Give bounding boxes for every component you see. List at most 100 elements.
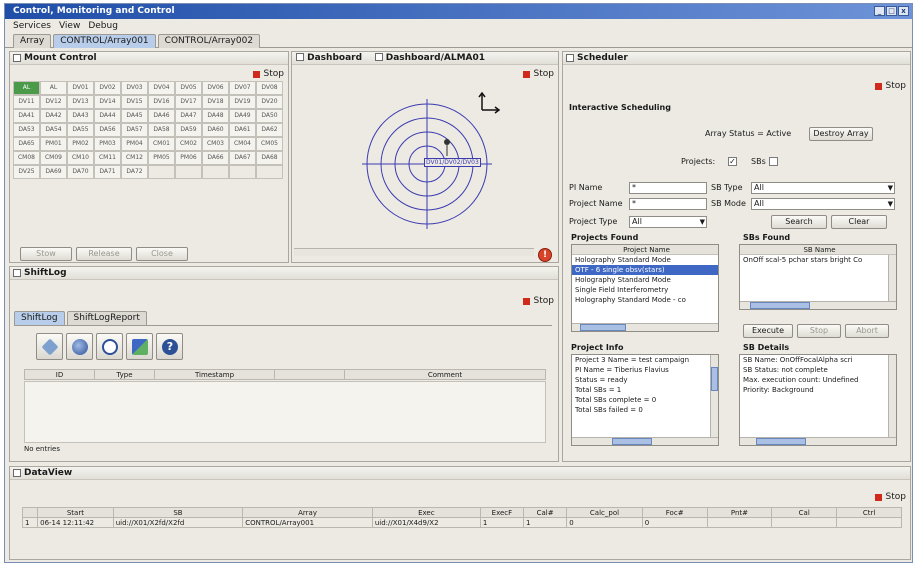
search-button[interactable]: Search <box>771 215 827 229</box>
antenna-cell[interactable]: CM05 <box>256 137 283 151</box>
dataview-cell[interactable]: 06-14 12:11:42 <box>37 517 114 528</box>
antenna-cell[interactable]: DA68 <box>256 151 283 165</box>
clear-button[interactable]: Clear <box>831 215 887 229</box>
close-mount-button[interactable]: Close <box>136 247 188 261</box>
diamond-icon-button[interactable] <box>36 333 63 360</box>
antenna-cell[interactable]: DA44 <box>94 109 121 123</box>
close-button[interactable]: x <box>898 6 909 16</box>
antenna-cell[interactable]: CM10 <box>67 151 94 165</box>
antenna-cell[interactable]: CM11 <box>94 151 121 165</box>
antenna-cell[interactable]: DV20 <box>256 95 283 109</box>
projects-hscroll[interactable] <box>572 323 718 331</box>
sb-type-select[interactable]: All <box>751 182 895 194</box>
antenna-cell[interactable]: DV06 <box>202 81 229 95</box>
antenna-cell[interactable]: DA70 <box>67 165 94 179</box>
antenna-cell[interactable]: CM01 <box>148 137 175 151</box>
sb-details-vscroll[interactable] <box>888 355 896 437</box>
antenna-cell[interactable]: DA62 <box>256 123 283 137</box>
antenna-cell[interactable]: DA66 <box>202 151 229 165</box>
dataview-column-header[interactable]: Cal# <box>523 507 568 518</box>
antenna-cell[interactable] <box>148 165 175 179</box>
dataview-stop-button[interactable]: Stop <box>874 491 906 504</box>
column-comment[interactable]: Comment <box>344 369 546 380</box>
list-item[interactable]: OTF - 6 single obsv(stars) <box>572 265 718 275</box>
antenna-cell[interactable]: DA65 <box>13 137 40 151</box>
dataview-cell[interactable]: 1 <box>21 517 39 528</box>
tab-control-array001[interactable]: CONTROL/Array001 <box>53 34 156 48</box>
list-item[interactable]: Holography Standard Mode - co <box>572 295 718 305</box>
list-item[interactable]: Holography Standard Mode <box>572 275 718 285</box>
antenna-cell[interactable]: PM01 <box>40 137 67 151</box>
antenna-cell[interactable]: AL <box>40 81 67 95</box>
antenna-cell[interactable]: CM02 <box>175 137 202 151</box>
antenna-cell[interactable]: AL <box>13 81 40 95</box>
antenna-cell[interactable]: DA56 <box>94 123 121 137</box>
execute-button[interactable]: Execute <box>743 324 793 338</box>
scroll-thumb[interactable] <box>756 438 806 445</box>
antenna-cell[interactable]: CM08 <box>13 151 40 165</box>
dataview-cell[interactable]: 0 <box>641 517 708 528</box>
maximize-button[interactable]: □ <box>886 6 897 16</box>
antenna-cell[interactable]: DV07 <box>229 81 256 95</box>
dataview-column-header[interactable]: SB <box>112 507 244 518</box>
dashboard-hscroll[interactable] <box>294 248 534 256</box>
dataview-cell[interactable]: 1 <box>479 517 525 528</box>
projects-checkbox[interactable]: ✓ <box>728 157 737 166</box>
tab-dashboard[interactable]: Dashboard <box>307 53 362 63</box>
antenna-cell[interactable]: DV13 <box>67 95 94 109</box>
list-item[interactable]: Holography Standard Mode <box>572 255 718 265</box>
clock-icon-button[interactable] <box>96 333 123 360</box>
antenna-cell[interactable]: DA69 <box>40 165 67 179</box>
menu-view[interactable]: View <box>59 19 80 33</box>
antenna-cell[interactable]: DV12 <box>40 95 67 109</box>
antenna-cell[interactable]: PM04 <box>121 137 148 151</box>
antenna-cell[interactable]: DA58 <box>148 123 175 137</box>
tab-shiftlog[interactable]: ShiftLog <box>14 311 65 325</box>
antenna-cell[interactable]: PM03 <box>94 137 121 151</box>
antenna-cell[interactable]: DA54 <box>40 123 67 137</box>
sbs-checkbox[interactable] <box>769 157 778 166</box>
menu-debug[interactable]: Debug <box>88 19 118 33</box>
pointing-plot[interactable] <box>294 66 556 246</box>
sb-details-hscroll[interactable] <box>740 437 896 445</box>
dataview-cell[interactable] <box>836 517 902 528</box>
antenna-cell[interactable]: PM06 <box>175 151 202 165</box>
project-info-vscroll[interactable] <box>710 355 718 437</box>
antenna-cell[interactable]: DV17 <box>175 95 202 109</box>
antenna-cell[interactable]: DA50 <box>256 109 283 123</box>
antenna-cell[interactable] <box>175 165 202 179</box>
dataview-cell[interactable]: uid://X01/X4d9/X2 <box>371 517 481 528</box>
sb-mode-select[interactable]: All <box>751 198 895 210</box>
antenna-cell[interactable]: DA49 <box>229 109 256 123</box>
antenna-cell[interactable] <box>229 165 256 179</box>
antenna-cell[interactable]: DV04 <box>148 81 175 95</box>
list-item[interactable]: Single Field Interferometry <box>572 285 718 295</box>
antenna-cell[interactable] <box>256 165 283 179</box>
column-id[interactable]: ID <box>24 369 95 380</box>
stop-sb-button[interactable]: Stop <box>797 324 841 338</box>
project-info-hscroll[interactable] <box>572 437 718 445</box>
dataview-cell[interactable]: uid://X01/X2fd/X2fd <box>112 517 244 528</box>
antenna-cell[interactable]: DA57 <box>121 123 148 137</box>
globe-icon-button[interactable] <box>66 333 93 360</box>
dataview-column-header[interactable]: Calc_pol <box>566 507 643 518</box>
tab-shiftlog-report[interactable]: ShiftLogReport <box>66 311 147 325</box>
destroy-array-button[interactable]: Destroy Array <box>809 127 873 141</box>
antenna-cell[interactable]: DA42 <box>40 109 67 123</box>
info-icon-button[interactable]: ? <box>156 333 183 360</box>
dataview-cell[interactable] <box>706 517 773 528</box>
antenna-cell[interactable]: CM09 <box>40 151 67 165</box>
list-item[interactable]: OnOff scal-5 pchar stars bright Co <box>740 255 896 265</box>
dataview-cell[interactable]: 1 <box>523 517 568 528</box>
antenna-cell[interactable] <box>202 165 229 179</box>
antenna-cell[interactable]: DA67 <box>229 151 256 165</box>
dataview-column-header[interactable]: Foc# <box>641 507 708 518</box>
antenna-cell[interactable]: DV16 <box>148 95 175 109</box>
antenna-cell[interactable]: PM05 <box>148 151 175 165</box>
antenna-cell[interactable]: DV05 <box>175 81 202 95</box>
dataview-cell[interactable] <box>771 517 838 528</box>
antenna-cell[interactable]: DA61 <box>229 123 256 137</box>
antenna-cell[interactable]: DV01 <box>67 81 94 95</box>
pi-name-field[interactable]: * <box>629 182 707 194</box>
dataview-column-header[interactable]: Start <box>37 507 114 518</box>
